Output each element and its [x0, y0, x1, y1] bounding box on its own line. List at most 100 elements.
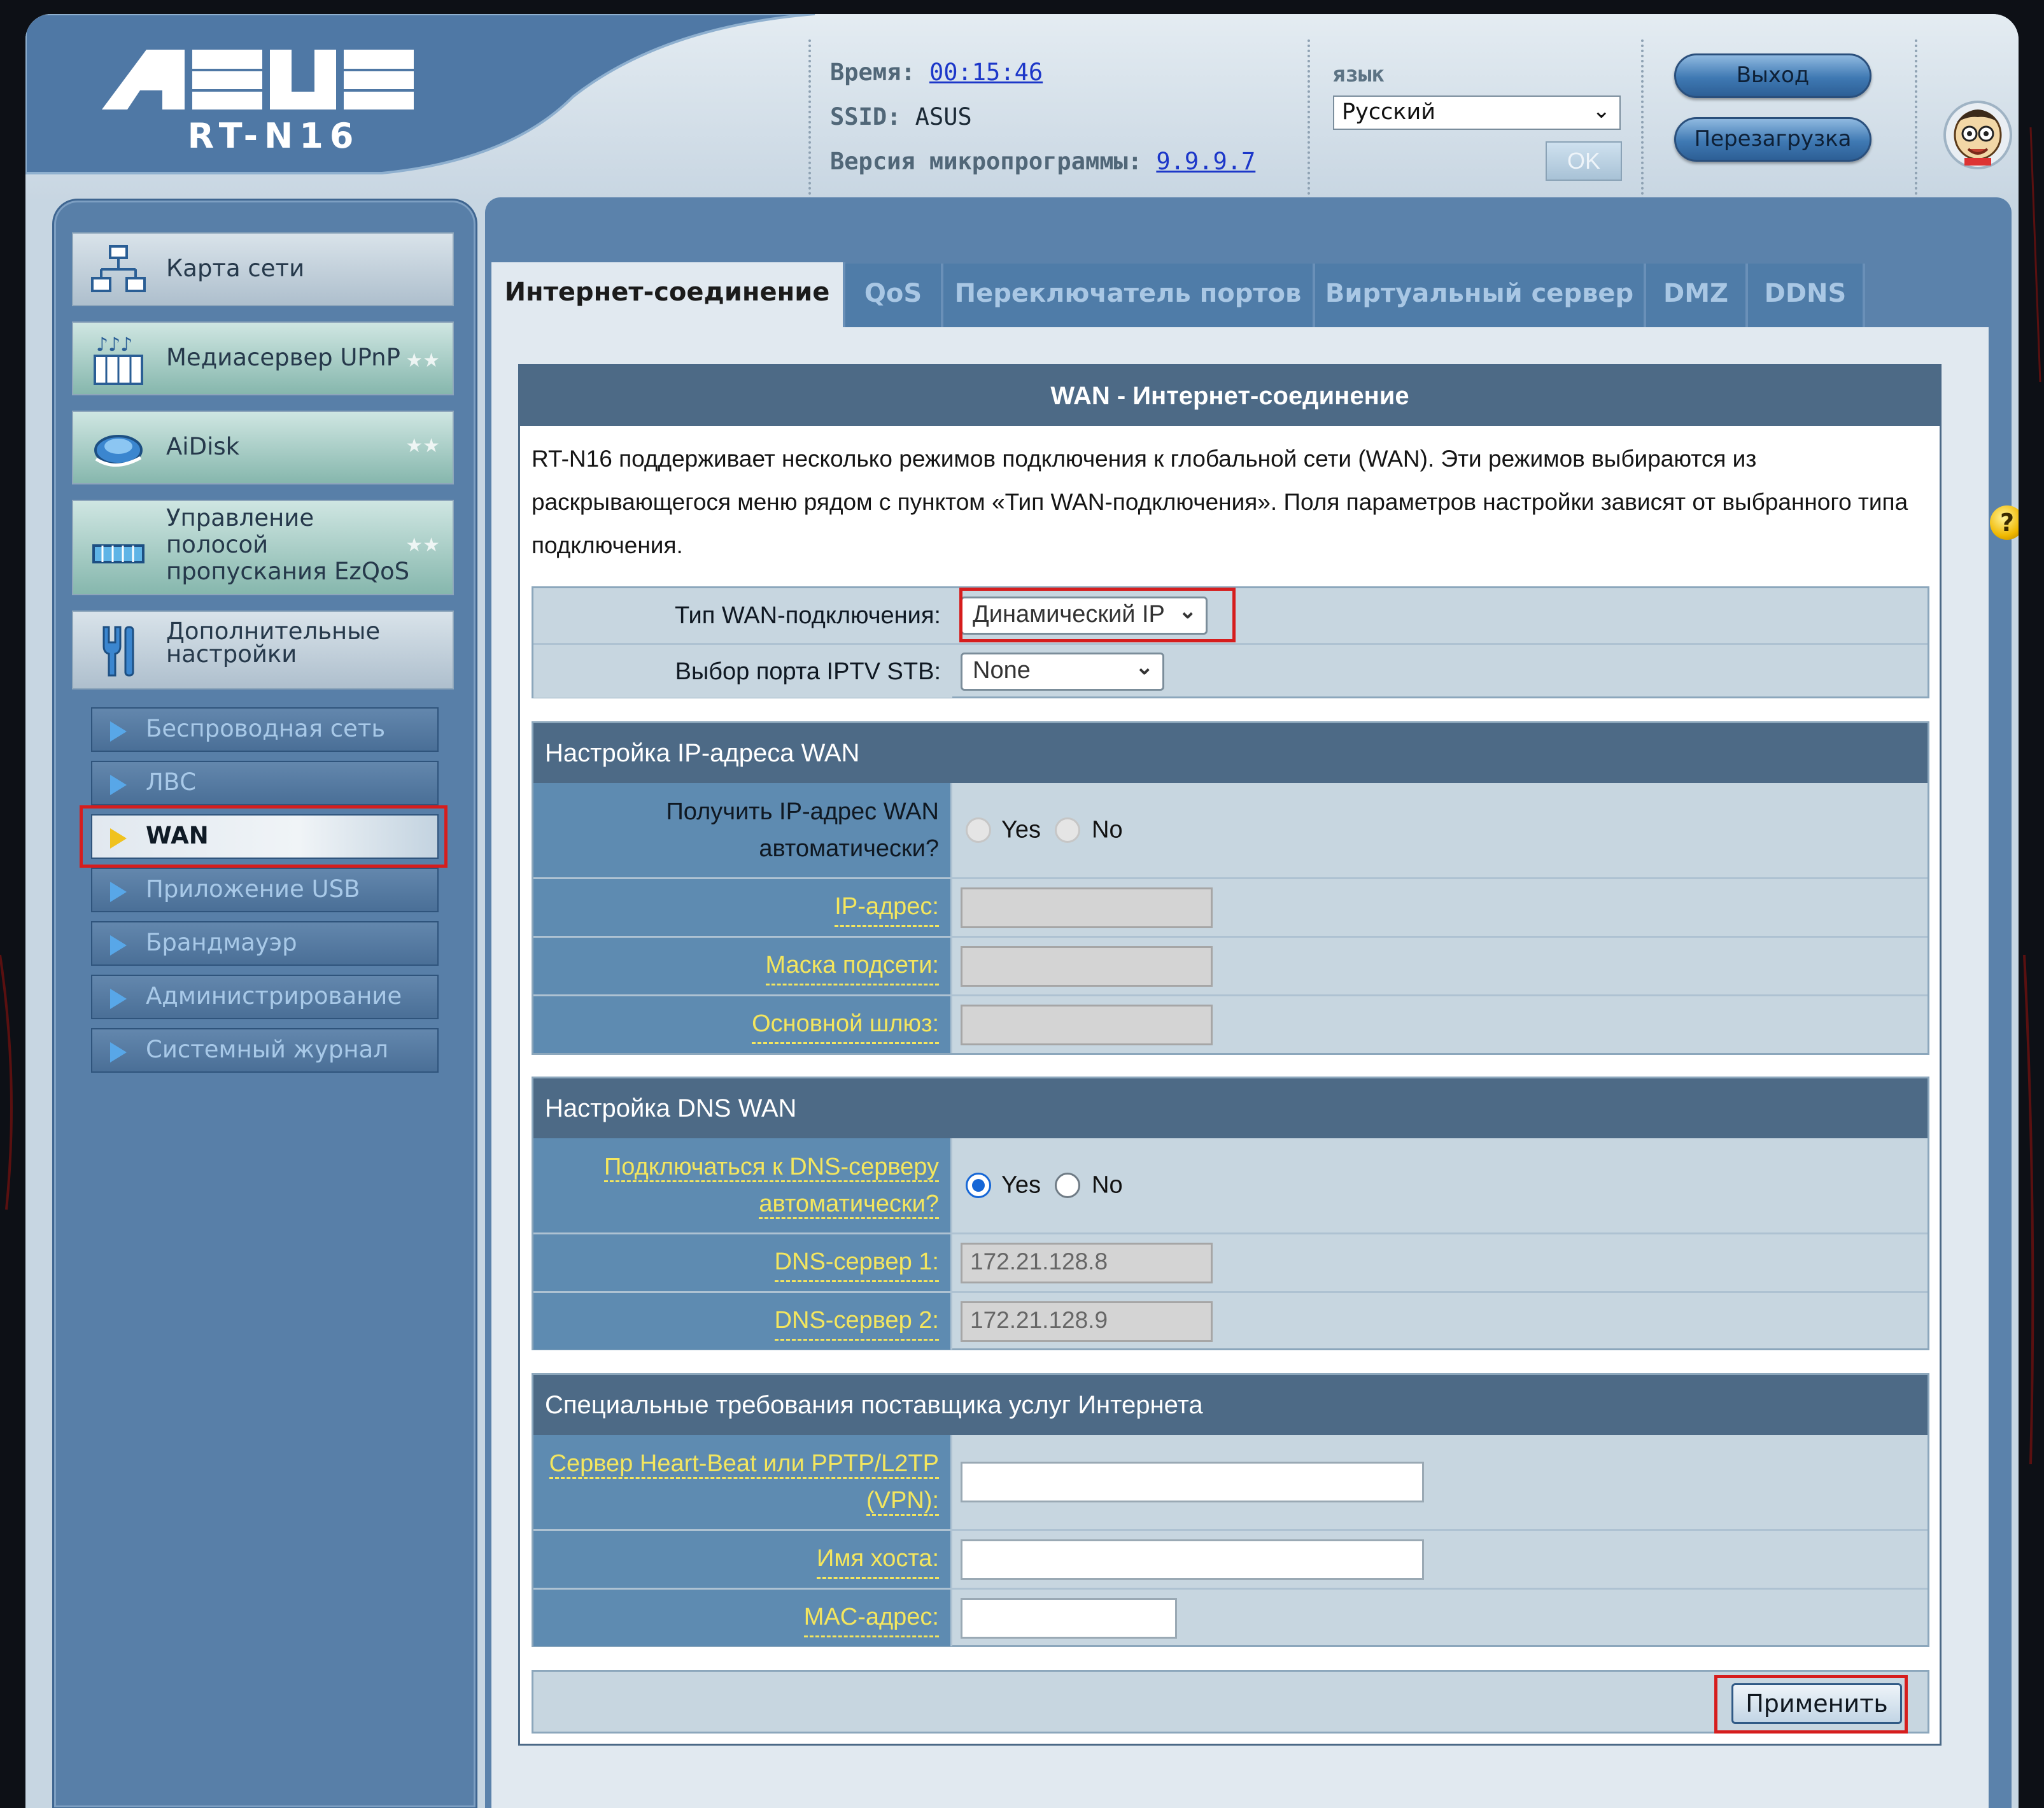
sidebar-item-network-map[interactable]: Карта сети: [72, 232, 454, 306]
arrow-right-icon: [110, 1042, 127, 1063]
logo-panel-shape: [25, 14, 815, 174]
media-server-icon: ♪♪♪: [94, 334, 143, 385]
heartbeat-label[interactable]: Сервер Heart-Beat или PPTP/L2TP (VPN):: [549, 1435, 939, 1529]
gateway-input[interactable]: [961, 1004, 1213, 1045]
gateway-label[interactable]: Основной шлюз:: [752, 1005, 939, 1044]
subnet-mask-label[interactable]: Маска подсети:: [765, 947, 939, 985]
auto-dns-no-radio[interactable]: [1055, 1173, 1080, 1198]
help-icon[interactable]: ?: [1990, 505, 2019, 540]
mac-address-row: MAC-адрес:: [533, 1588, 1928, 1646]
router-admin-window: RT-N16 Время: 00:15:46 SSID: ASUS Версия…: [25, 14, 2019, 1808]
sidebar-subitem-usb-app[interactable]: Приложение USB: [91, 868, 439, 912]
ip-address-label-wrap: IP-адрес:: [835, 879, 939, 936]
arrow-right-icon: [110, 935, 127, 956]
reboot-button[interactable]: Перезагрузка: [1674, 117, 1871, 162]
iptv-label-cell: Выбор порта IPTV STB:: [533, 645, 952, 698]
auto-dns-label[interactable]: Подключаться к DNS-серверу автоматически…: [603, 1138, 939, 1232]
subnet-mask-input[interactable]: [961, 945, 1213, 987]
sidebar-subitem-system-log[interactable]: Системный журнал: [91, 1028, 439, 1073]
sidebar-subitem-wireless[interactable]: Беспроводная сеть: [91, 707, 439, 752]
time-info: Время: 00:15:46: [830, 59, 1043, 86]
tab-port-switch[interactable]: Переключатель портов: [943, 264, 1315, 327]
sidebar-subitem-lan[interactable]: ЛВС: [91, 761, 439, 805]
isp-requirements-section: Специальные требования поставщика услуг …: [532, 1373, 1929, 1647]
hostname-label[interactable]: Имя хоста:: [817, 1540, 939, 1579]
mac-address-input[interactable]: [961, 1597, 1177, 1639]
network-map-icon: [91, 245, 146, 292]
hostname-input[interactable]: [961, 1539, 1424, 1580]
ip-address-row: IP-адрес:: [533, 877, 1928, 936]
dns1-label-cell: DNS-сервер 1:: [533, 1234, 952, 1291]
dns2-label-cell: DNS-сервер 2:: [533, 1293, 952, 1350]
dns2-value-cell: 172.21.128.9: [954, 1293, 1928, 1350]
language-ok-button[interactable]: OK: [1546, 141, 1622, 181]
heartbeat-label-line: Сервер Heart-Beat или PPTP/L2TP: [549, 1450, 939, 1479]
sidebar-subitem-label: Администрирование: [146, 982, 402, 1010]
tab-dmz[interactable]: DMZ: [1646, 264, 1748, 327]
ssid-value: ASUS: [915, 103, 972, 131]
dns1-label[interactable]: DNS-сервер 1:: [774, 1243, 939, 1282]
hostname-row: Имя хоста:: [533, 1529, 1928, 1588]
auto-dns-label-line: автоматически?: [759, 1190, 939, 1219]
wan-type-label-cell: Тип WAN-подключения:: [533, 588, 952, 643]
tab-qos[interactable]: QoS: [845, 264, 943, 327]
firmware-link[interactable]: 9.9.9.7: [1156, 148, 1255, 175]
sidebar-item-upnp-media-server[interactable]: ♪♪♪ Медиасервер UPnP ★★: [72, 321, 454, 395]
hostname-value-cell: [954, 1531, 1928, 1588]
subnet-mask-label-wrap: Маска подсети:: [765, 938, 939, 994]
sidebar-item-advanced-settings[interactable]: Дополнительные настройки: [72, 611, 454, 689]
sidebar-item-aidisk[interactable]: AiDisk ★★: [72, 411, 454, 484]
auto-ip-yes-radio[interactable]: [966, 817, 991, 843]
sidebar-subitem-label: Беспроводная сеть: [146, 715, 386, 742]
sidebar-item-label: Медиасервер UPnP: [166, 344, 400, 371]
stars-icon: ★★: [405, 534, 440, 556]
sidebar-subitem-label: Приложение USB: [146, 875, 360, 903]
dns1-input[interactable]: 172.21.128.8: [961, 1242, 1213, 1283]
arrow-right-icon: [110, 882, 127, 902]
sidebar-subitem-administration[interactable]: Администрирование: [91, 975, 439, 1019]
sidebar-subitem-firewall[interactable]: Брандмауэр: [91, 921, 439, 966]
heartbeat-value-cell: [954, 1435, 1928, 1529]
heartbeat-label-line: (VPN):: [866, 1487, 939, 1516]
ip-address-input[interactable]: [961, 887, 1213, 928]
auto-ip-row: Получить IP-адрес WAN автоматически? Yes…: [533, 783, 1928, 877]
model-name: RT-N16: [187, 116, 360, 156]
tab-virtual-server[interactable]: Виртуальный сервер: [1315, 264, 1646, 327]
logout-button[interactable]: Выход: [1674, 53, 1871, 98]
language-select[interactable]: Русский ⌄: [1333, 95, 1621, 130]
heartbeat-server-input[interactable]: [961, 1462, 1424, 1502]
subnet-mask-value-cell: [954, 938, 1928, 994]
panel-description: RT-N16 поддерживает несколько режимов по…: [532, 446, 1908, 558]
sidebar-item-label-line: Управление: [166, 504, 314, 532]
sidebar-item-label-line: настройки: [166, 640, 297, 668]
ip-address-label[interactable]: IP-адрес:: [835, 888, 939, 927]
aidisk-icon: [94, 435, 143, 467]
sidebar-subitem-label: ЛВС: [146, 768, 197, 796]
dns2-label[interactable]: DNS-сервер 2:: [774, 1302, 939, 1341]
tab-pane: ? WAN - Интернет-соединение RT-N16 подде…: [491, 327, 2019, 1808]
isp-section-title: Специальные требования поставщика услуг …: [533, 1375, 1928, 1435]
gateway-label-wrap: Основной шлюз:: [752, 996, 939, 1053]
auto-ip-no-radio[interactable]: [1055, 817, 1080, 843]
arrow-right-icon: [110, 721, 127, 742]
subnet-mask-label-cell: Маска подсети:: [533, 938, 952, 994]
auto-dns-yes-radio[interactable]: [966, 1173, 991, 1198]
auto-ip-label-cell: Получить IP-адрес WAN автоматически?: [533, 783, 952, 877]
dns2-input[interactable]: 172.21.128.9: [961, 1301, 1213, 1342]
chevron-down-icon: ⌄: [1592, 98, 1611, 124]
tab-ddns[interactable]: DDNS: [1748, 264, 1865, 327]
iptv-value-cell: None ⌄: [954, 645, 1928, 698]
sidebar-item-ezqos[interactable]: Управление полосой пропускания EzQoS ★★: [72, 500, 454, 595]
mac-address-label[interactable]: MAC-адрес:: [803, 1599, 939, 1637]
auto-dns-label-line: Подключаться к DNS-серверу: [603, 1154, 939, 1182]
auto-ip-value-cell: Yes No: [954, 783, 1928, 877]
iptv-select[interactable]: None ⌄: [961, 652, 1164, 691]
highlight-box: [1714, 1675, 1908, 1734]
dns2-row: DNS-сервер 2: 172.21.128.9: [533, 1291, 1928, 1350]
ezqos-icon: [92, 544, 144, 563]
time-link[interactable]: 00:15:46: [929, 59, 1043, 86]
tab-internet-connection[interactable]: Интернет-соединение: [491, 262, 845, 328]
gateway-label-cell: Основной шлюз:: [533, 996, 952, 1053]
content-area: Интернет-соединение QoS Переключатель по…: [485, 197, 2019, 1808]
sidebar-subitem-label: Брандмауэр: [146, 929, 297, 956]
